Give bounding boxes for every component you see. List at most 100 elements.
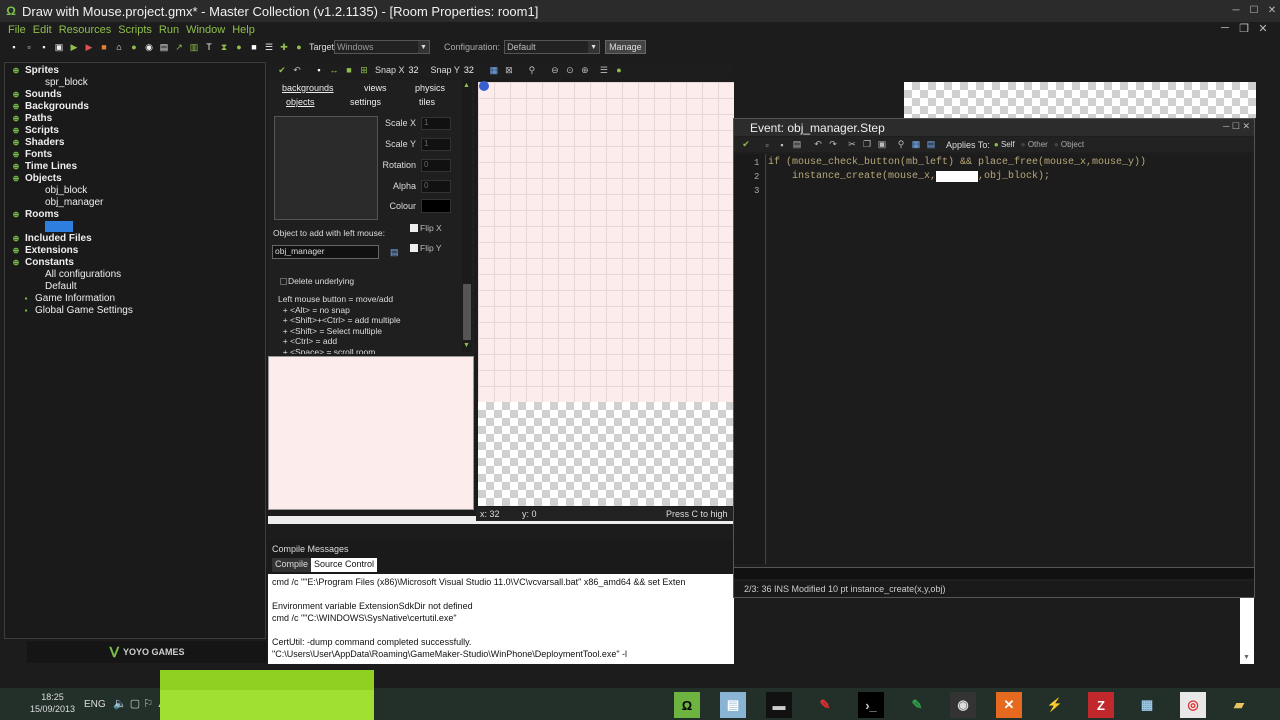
- ok-check-icon[interactable]: ✔: [740, 139, 752, 151]
- new-project-icon[interactable]: ▪: [8, 41, 20, 53]
- run-icon[interactable]: ▶: [68, 41, 80, 53]
- colour-swatch[interactable]: [421, 199, 451, 213]
- taskbar-filezilla-icon[interactable]: Z: [1088, 692, 1114, 718]
- menu-resources[interactable]: Resources: [59, 24, 112, 36]
- help-icon[interactable]: ●: [293, 41, 305, 53]
- help-icon[interactable]: ●: [613, 64, 625, 76]
- tree-item[interactable]: Default: [5, 280, 265, 292]
- tree-item[interactable]: obj_manager: [5, 196, 265, 208]
- taskbar-lightning-icon[interactable]: ⚡: [1042, 692, 1068, 718]
- expand-icon[interactable]: ⊕: [11, 246, 21, 255]
- expand-icon[interactable]: ⊕: [11, 162, 21, 171]
- room-canvas[interactable]: [478, 82, 734, 506]
- flipy-checkbox[interactable]: [410, 244, 418, 252]
- path-icon[interactable]: ↗: [173, 41, 185, 53]
- tree-item[interactable]: ⊕ Paths: [5, 112, 265, 124]
- iso-grid-icon[interactable]: ⊠: [503, 64, 515, 76]
- tree-item[interactable]: ⊕ Time Lines: [5, 160, 265, 172]
- menu-file[interactable]: File: [8, 24, 26, 36]
- mdi-minimize-icon[interactable]: ─: [1219, 22, 1231, 34]
- clock[interactable]: 18:25 15/09/2013: [30, 691, 75, 715]
- scroll-up-icon[interactable]: ▲: [463, 82, 470, 89]
- expand-icon[interactable]: ⊕: [11, 234, 21, 243]
- close-icon[interactable]: ✕: [1264, 0, 1280, 20]
- tree-item[interactable]: ⊕ Constants: [5, 256, 265, 268]
- tab-compile[interactable]: Compile: [272, 558, 312, 572]
- tree-item[interactable]: obj_block: [5, 184, 265, 196]
- stop-icon[interactable]: ■: [98, 41, 110, 53]
- menu-window[interactable]: Window: [186, 24, 225, 36]
- tree-item[interactable]: ⊕ Objects: [5, 172, 265, 184]
- taskbar-cmd-icon[interactable]: ›_: [858, 692, 884, 718]
- expand-icon[interactable]: ⊕: [11, 138, 21, 147]
- delete-underlying-checkbox[interactable]: [280, 278, 287, 285]
- tree-item[interactable]: ⊕ Sounds: [5, 88, 265, 100]
- rotation-input[interactable]: 0: [421, 159, 451, 172]
- lock-icon[interactable]: ⊞: [358, 64, 370, 76]
- open-project-icon[interactable]: ▫: [23, 41, 35, 53]
- taskbar-chrome-icon[interactable]: ◎: [1180, 692, 1206, 718]
- settings-icon[interactable]: ✚: [278, 41, 290, 53]
- taskbar-app-icon[interactable]: ▬: [766, 692, 792, 718]
- expand-icon[interactable]: ⊕: [11, 66, 21, 75]
- maximize-icon[interactable]: ☐: [1246, 0, 1262, 20]
- undo-icon[interactable]: ↶: [291, 64, 303, 76]
- expand-icon[interactable]: ⊕: [11, 258, 21, 267]
- expand-icon[interactable]: ⊕: [11, 150, 21, 159]
- tab-settings[interactable]: settings: [350, 97, 381, 107]
- instance-marker[interactable]: [479, 81, 489, 91]
- tab-tiles[interactable]: tiles: [419, 97, 435, 107]
- print-icon[interactable]: ▤: [791, 139, 803, 151]
- background-icon[interactable]: ▤: [158, 41, 170, 53]
- flipx-checkbox[interactable]: [410, 224, 418, 232]
- taskbar-calculator-icon[interactable]: ▦: [1134, 692, 1160, 718]
- room-preview[interactable]: [268, 356, 474, 510]
- object-select[interactable]: obj_manager: [272, 245, 379, 259]
- config-select[interactable]: Default ▼: [504, 40, 601, 54]
- tree-item[interactable]: room1: [5, 220, 265, 232]
- paste-icon[interactable]: ▣: [876, 139, 888, 151]
- taskbar-gamemaker-icon[interactable]: Ω: [674, 692, 700, 718]
- zoom-out-icon[interactable]: ⊖: [549, 64, 561, 76]
- tab-objects[interactable]: objects: [286, 97, 315, 107]
- undo-icon[interactable]: ↶: [812, 139, 824, 151]
- clear-icon[interactable]: ■: [343, 64, 355, 76]
- shift-icon[interactable]: ↔: [328, 64, 340, 76]
- font-icon[interactable]: T: [203, 41, 215, 53]
- snapx-input[interactable]: 32: [409, 65, 427, 75]
- expand-icon[interactable]: ⊕: [11, 126, 21, 135]
- expand-icon[interactable]: ⊕: [11, 174, 21, 183]
- tree-item[interactable]: ⊕ Fonts: [5, 148, 265, 160]
- mdi-close-icon[interactable]: ✕: [1257, 22, 1269, 35]
- tray-icons[interactable]: 🔈 ▢ ⚐ ▲: [113, 697, 167, 710]
- expand-icon[interactable]: ⊕: [11, 210, 21, 219]
- scaley-input[interactable]: 1: [421, 138, 451, 151]
- game-info-icon[interactable]: ☰: [263, 41, 275, 53]
- script-icon[interactable]: ▥: [188, 41, 200, 53]
- language-indicator[interactable]: ENG: [84, 699, 106, 710]
- save-project-icon[interactable]: ▪: [38, 41, 50, 53]
- clean-icon[interactable]: ⌂: [113, 41, 125, 53]
- tree-item[interactable]: ▪ Game Information: [5, 292, 265, 304]
- taskbar-folder-icon[interactable]: ▰: [1226, 692, 1252, 718]
- taskbar-notepad-icon[interactable]: ✎: [904, 692, 930, 718]
- sprite-icon[interactable]: ●: [128, 41, 140, 53]
- ok-check-icon[interactable]: ✔: [276, 64, 288, 76]
- snapy-input[interactable]: 32: [464, 65, 482, 75]
- cut-icon[interactable]: ✂: [846, 139, 858, 151]
- tab-views[interactable]: views: [364, 83, 387, 93]
- code-editor[interactable]: if (mouse_check_button(mb_left) && place…: [768, 154, 1252, 564]
- menu-edit[interactable]: Edit: [33, 24, 52, 36]
- taskbar-steam-icon[interactable]: ◉: [950, 692, 976, 718]
- event-window-controls[interactable]: ─ ☐ ✕: [1223, 121, 1250, 132]
- object-menu-icon[interactable]: ▤: [390, 247, 399, 258]
- zoom-icon[interactable]: ⚲: [526, 64, 538, 76]
- tree-item[interactable]: All configurations: [5, 268, 265, 280]
- redo-icon[interactable]: ↷: [827, 139, 839, 151]
- radio-self[interactable]: ● Self: [994, 140, 1015, 149]
- room-icon[interactable]: ■: [248, 41, 260, 53]
- timeline-icon[interactable]: ⧗: [218, 41, 230, 53]
- tree-item[interactable]: ⊕ Scripts: [5, 124, 265, 136]
- mdi-restore-icon[interactable]: ❐: [1238, 22, 1250, 35]
- goto-icon[interactable]: ▦: [910, 139, 922, 151]
